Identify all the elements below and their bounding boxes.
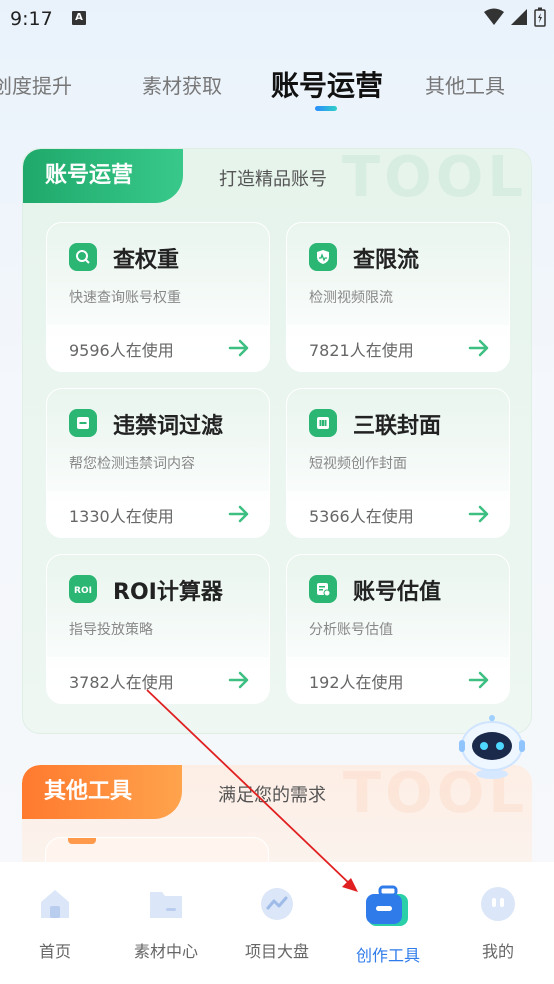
usage-count: 5366人在使用 <box>309 507 414 526</box>
home-icon <box>41 890 69 918</box>
arrow-right-icon <box>228 671 249 689</box>
roi-icon: ROI <box>69 575 97 603</box>
tab-other-tools[interactable]: 其他工具 <box>425 70 505 99</box>
nav-label: 首页 <box>38 942 71 961</box>
robot-assistant-icon[interactable] <box>456 712 528 782</box>
tool-card-banned-words[interactable]: 违禁词过滤 帮您检测违禁词内容 1330人在使用 <box>46 388 270 538</box>
bottom-nav: 首页 素材中心 项目大盘 创作工具 我的 <box>0 862 554 984</box>
profile-icon <box>481 887 515 921</box>
tool-card-check-weight[interactable]: 查权重 快速查询账号权重 9596人在使用 <box>46 222 270 372</box>
status-bar: 9:17 A <box>0 0 554 40</box>
tab-account-ops[interactable]: 账号运营 <box>271 64 383 104</box>
tool-card-roi-calculator[interactable]: ROI ROI计算器 指导投放策略 3782人在使用 <box>46 554 270 704</box>
top-tabs: 创度提升 素材获取 账号运营 其他工具 <box>0 60 554 120</box>
chart-icon <box>261 888 293 920</box>
svg-text:ROI: ROI <box>74 586 92 595</box>
battery-icon <box>534 7 546 27</box>
tool-desc: 快速查询账号权重 <box>69 290 181 306</box>
tool-title: 查限流 <box>353 248 420 273</box>
tool-title: 违禁词过滤 <box>113 414 224 439</box>
grid-icon <box>309 409 337 437</box>
usage-count: 1330人在使用 <box>69 507 174 526</box>
nav-label: 素材中心 <box>133 942 198 961</box>
shield-icon <box>309 243 337 271</box>
tool-card-account-valuation[interactable]: 账号估值 分析账号估值 192人在使用 <box>286 554 510 704</box>
tool-footer: 1330人在使用 <box>47 491 269 537</box>
tool-desc: 检测视频限流 <box>309 290 393 306</box>
toolbox-icon <box>366 885 408 926</box>
nav-project-dashboard[interactable]: 项目大盘 <box>232 884 322 962</box>
tool-title: 账号估值 <box>353 580 442 605</box>
tool-desc: 指导投放策略 <box>69 622 153 638</box>
usage-count: 7821人在使用 <box>309 341 414 360</box>
nav-home[interactable]: 首页 <box>10 884 100 962</box>
tool-footer: 7821人在使用 <box>287 325 509 371</box>
tab-indicator <box>315 106 337 111</box>
nav-creation-tools[interactable]: 创作工具 <box>343 884 433 966</box>
valuation-icon <box>309 575 337 603</box>
section-subtitle: 满足您的需求 <box>218 785 326 806</box>
nav-profile[interactable]: 我的 <box>453 884 543 962</box>
tool-footer: 9596人在使用 <box>47 325 269 371</box>
status-time: 9:17 <box>10 8 53 30</box>
tool-card-check-throttle[interactable]: 查限流 检测视频限流 7821人在使用 <box>286 222 510 372</box>
section-tag: 账号运营 <box>23 149 183 203</box>
tool-desc: 短视频创作封面 <box>309 456 407 472</box>
tab-creative-improve[interactable]: 创度提升 <box>0 70 72 99</box>
usage-count: 192人在使用 <box>309 673 404 692</box>
signal-icon <box>511 9 527 25</box>
tool-desc: 分析账号估值 <box>309 622 393 638</box>
section-watermark: TOOL <box>341 148 527 210</box>
usage-count: 3782人在使用 <box>69 673 174 692</box>
tool-footer: 3782人在使用 <box>47 657 269 703</box>
tool-title: 查权重 <box>113 248 180 273</box>
tool-title: 三联封面 <box>353 414 442 439</box>
arrow-right-icon <box>228 339 249 357</box>
tool-card-triple-cover[interactable]: 三联封面 短视频创作封面 5366人在使用 <box>286 388 510 538</box>
section-tag: 其他工具 <box>22 765 182 819</box>
filter-icon <box>69 409 97 437</box>
status-icons <box>484 7 546 27</box>
arrow-right-icon <box>228 505 249 523</box>
nav-label: 创作工具 <box>355 946 420 965</box>
search-icon <box>69 243 97 271</box>
nav-label: 我的 <box>481 942 514 961</box>
wifi-icon <box>484 8 504 25</box>
tool-desc: 帮您检测违禁词内容 <box>69 456 195 472</box>
tool-footer: 5366人在使用 <box>287 491 509 537</box>
nav-label: 项目大盘 <box>244 942 309 961</box>
section-subtitle: 打造精品账号 <box>219 169 327 190</box>
arrow-right-icon <box>468 339 489 357</box>
tool-title: ROI计算器 <box>113 580 223 605</box>
account-ops-section: TOOL 账号运营 打造精品账号 查权重 快速查询账号权重 9596人在使用 查… <box>22 148 532 734</box>
usage-count: 9596人在使用 <box>69 341 174 360</box>
folder-icon <box>150 892 182 918</box>
arrow-right-icon <box>468 671 489 689</box>
tool-icon-partial <box>68 838 96 844</box>
tab-material[interactable]: 素材获取 <box>142 70 222 99</box>
arrow-right-icon <box>468 505 489 523</box>
tool-footer: 192人在使用 <box>287 657 509 703</box>
notification-icon: A <box>72 11 86 25</box>
nav-material-center[interactable]: 素材中心 <box>121 884 211 962</box>
